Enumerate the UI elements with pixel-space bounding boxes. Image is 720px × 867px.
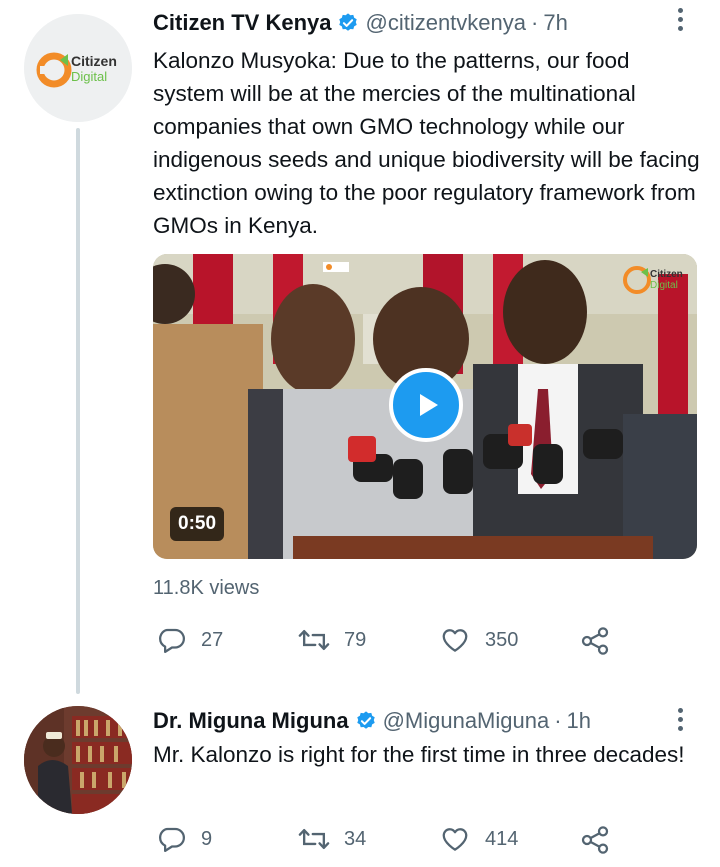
- separator-dot: ·: [531, 10, 539, 35]
- like-count: 350: [485, 628, 519, 651]
- reply-author-handle[interactable]: @MigunaMiguna: [383, 708, 550, 734]
- retweet-icon: [298, 629, 330, 651]
- like-button[interactable]: 414: [439, 824, 518, 854]
- reply-button[interactable]: 9: [157, 824, 212, 854]
- reply-author-name[interactable]: Dr. Miguna Miguna: [153, 708, 349, 734]
- tweet-text: Kalonzo Musyoka: Due to the patterns, ou…: [153, 48, 700, 238]
- play-button[interactable]: [389, 368, 463, 442]
- tweet-citizen-tv[interactable]: Citizen Digital Citizen TV Kenya @citize…: [0, 0, 720, 700]
- watermark-digital: Digital: [650, 280, 678, 291]
- video-duration-badge: 0:50: [170, 507, 225, 541]
- retweet-button[interactable]: 34: [298, 824, 366, 854]
- tweet-header: Citizen TV Kenya @citizentvkenya · 7h: [153, 8, 568, 38]
- verified-badge-icon: [356, 711, 375, 729]
- more-options-icon[interactable]: [678, 708, 684, 734]
- like-count: 414: [485, 827, 519, 850]
- separator-dot: ·: [554, 708, 562, 733]
- view-count: 11.8K views: [153, 577, 260, 599]
- reply-icon: [159, 827, 185, 852]
- watermark-citizen: Citizen: [650, 269, 683, 280]
- share-icon: [581, 627, 609, 655]
- tweet-actions: 27 79 350: [153, 625, 673, 659]
- retweet-count: 34: [344, 827, 367, 850]
- reply-tweet-header: Dr. Miguna Miguna @MigunaMiguna · 1h: [153, 706, 591, 736]
- heart-icon: [442, 629, 468, 652]
- retweet-icon: [298, 828, 330, 850]
- heart-icon: [442, 828, 468, 851]
- more-options-icon[interactable]: [678, 8, 684, 34]
- svg-text:Citizen: Citizen: [71, 53, 117, 69]
- share-button[interactable]: [579, 625, 611, 657]
- play-icon: [420, 394, 438, 416]
- tweet-timestamp[interactable]: 7h: [543, 10, 567, 36]
- retweet-button[interactable]: 79: [298, 625, 366, 655]
- reply-timestamp[interactable]: 1h: [567, 708, 591, 734]
- reply-icon: [159, 628, 185, 653]
- retweet-count: 79: [344, 628, 367, 651]
- like-button[interactable]: 350: [439, 625, 518, 655]
- share-button[interactable]: [579, 824, 611, 856]
- reply-tweet-actions: 9 34 414: [153, 824, 673, 858]
- reply-count: 27: [201, 628, 224, 651]
- share-icon: [581, 826, 609, 854]
- citizen-digital-avatar[interactable]: Citizen Digital: [24, 14, 132, 122]
- verified-badge-icon: [339, 13, 358, 31]
- svg-text:Digital: Digital: [71, 69, 107, 84]
- author-handle[interactable]: @citizentvkenya: [365, 10, 526, 36]
- miguna-avatar-photo: [24, 706, 132, 814]
- reply-tweet-text: Mr. Kalonzo is right for the first time …: [153, 742, 685, 767]
- author-name[interactable]: Citizen TV Kenya: [153, 10, 331, 36]
- thread-connector-line: [76, 128, 80, 694]
- reply-count: 9: [201, 827, 213, 850]
- reply-button[interactable]: 27: [157, 625, 223, 655]
- citizen-digital-logo: Citizen Digital: [24, 14, 132, 122]
- miguna-avatar[interactable]: [24, 706, 132, 814]
